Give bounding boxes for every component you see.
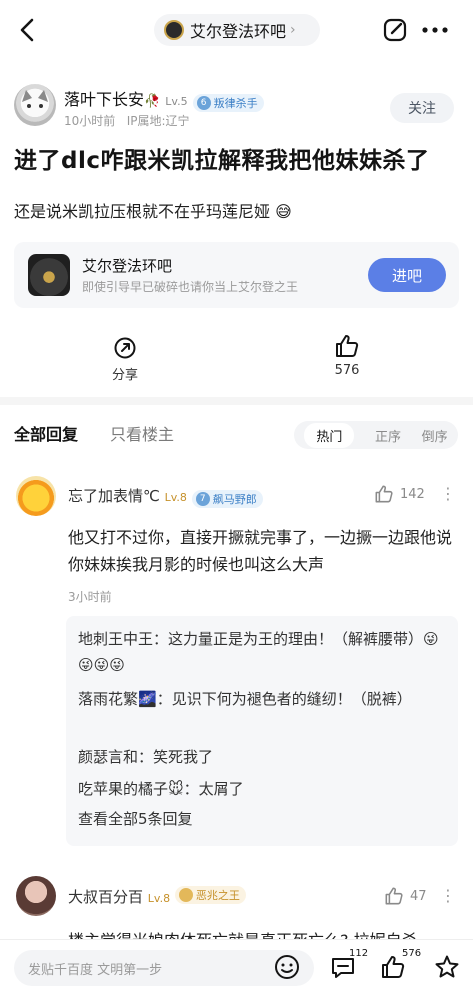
reply-preview-box[interactable]: 地刺王中王：这力量正是为王的理由！（解裤腰带）😜😜😜😜 落雨花繁🌌：见识下何为褪… xyxy=(66,616,458,846)
comment-like-count: 47 xyxy=(410,888,427,904)
post-body-text: 还是说米凯拉压根就不在乎玛莲尼娅 xyxy=(14,202,271,221)
comment-like-button[interactable]: 142 xyxy=(374,484,425,504)
like-count: 576 xyxy=(402,948,422,959)
reply-text: ：太屑了 xyxy=(183,780,244,798)
author-name: 落叶下长安 xyxy=(64,90,145,109)
title-tag: 7 飙马野郎 xyxy=(191,490,263,508)
follow-button[interactable]: 关注 xyxy=(390,93,454,123)
sort-desc[interactable]: 倒序 xyxy=(422,426,448,445)
title-tag-label: 飙马野郎 xyxy=(212,493,257,506)
diamond-icon: 6 xyxy=(196,96,211,110)
view-all-replies-link[interactable]: 查看全部5条回复 xyxy=(78,808,193,829)
forum-logo-icon xyxy=(164,20,184,40)
back-icon[interactable] xyxy=(14,16,42,44)
comment-more-icon[interactable]: ⋮ xyxy=(440,886,456,905)
reply-author[interactable]: 颜瑟言和 xyxy=(78,748,138,766)
commenter-name-row[interactable]: 忘了加表情℃ Lv.8 7 飙马野郎 xyxy=(68,485,263,508)
commenter-name: 忘了加表情℃ xyxy=(68,487,160,505)
thumbs-up-icon xyxy=(375,485,393,503)
sort-hot[interactable]: 热门 xyxy=(304,422,355,448)
level-badge: Lv.8 xyxy=(164,491,187,504)
crown-icon xyxy=(178,888,193,902)
top-nav: 艾尔登法环吧 › xyxy=(0,0,473,62)
chevron-right-icon: › xyxy=(290,22,296,38)
commenter-name: 大叔百分百 xyxy=(68,888,144,906)
ip-location: IP属地:辽宁 xyxy=(126,114,190,128)
star-icon[interactable] xyxy=(434,954,460,980)
title-tag-label: 恶兆之王 xyxy=(195,889,240,902)
post-title: 进了dlc咋跟米凯拉解释我把他妹妹杀了 xyxy=(14,148,430,174)
comment-like-button[interactable]: 47 xyxy=(384,886,427,906)
rose-emoji: 🥀 xyxy=(144,94,161,109)
reply-input[interactable]: 发贴千百度 文明第一步 xyxy=(14,950,314,986)
title-tag: 恶兆之王 xyxy=(174,886,246,904)
reply-item: 颜瑟言和：笑死我了 xyxy=(78,744,213,770)
share-button[interactable]: 分享 xyxy=(95,336,155,383)
bottom-bar: 发贴千百度 文明第一步 112 576 xyxy=(0,940,473,999)
author-avatar[interactable] xyxy=(14,84,56,126)
forum-card[interactable]: 艾尔登法环吧 即使引导早已破碎也请你当上艾尔登之王 进吧 xyxy=(14,242,459,308)
comment-count: 112 xyxy=(349,948,369,959)
reply-author[interactable]: 地刺王中王 xyxy=(78,630,153,648)
sort-switcher: 热门 正序 倒序 xyxy=(294,421,458,449)
thumbs-up-icon xyxy=(385,887,403,905)
forum-pill[interactable]: 艾尔登法环吧 › xyxy=(154,14,320,46)
reply-text: ：笑死我了 xyxy=(138,748,214,766)
diamond-icon: 7 xyxy=(195,492,210,506)
tab-all-replies[interactable]: 全部回复 xyxy=(14,421,78,445)
comment-like-count: 142 xyxy=(400,486,425,502)
reply-item: 吃苹果的橘子🐭：太屑了 xyxy=(78,776,244,802)
commenter-avatar[interactable] xyxy=(16,476,56,516)
forum-card-subtitle: 即使引导早已破碎也请你当上艾尔登之王 xyxy=(82,280,299,294)
level-badge: Lv.5 xyxy=(165,95,188,108)
share-label: 分享 xyxy=(111,368,138,383)
edit-icon[interactable] xyxy=(382,17,408,43)
section-divider xyxy=(0,397,473,405)
author-meta: 10小时前 IP属地:辽宁 xyxy=(64,112,190,129)
comment-more-icon[interactable]: ⋮ xyxy=(440,484,456,503)
comment-text-partial: 楼主觉得米娘肉体死亡就是真正死亡么? 拉妮自杀 xyxy=(68,928,458,940)
like-count: 576 xyxy=(334,363,360,378)
reply-text: ：见识下何为褪色者的缝纫！（脱裤） xyxy=(156,690,412,708)
title-tag-label: 叛律杀手 xyxy=(213,97,258,110)
thumbs-up-icon xyxy=(336,335,359,357)
like-button[interactable]: 576 xyxy=(317,333,377,378)
title-tag: 6 叛律杀手 xyxy=(192,94,264,112)
forum-card-name: 艾尔登法环吧 xyxy=(82,257,173,275)
post-body: 还是说米凯拉压根就不在乎玛莲尼娅 😅 xyxy=(14,198,292,222)
join-forum-button[interactable]: 进吧 xyxy=(368,258,446,292)
more-icon[interactable] xyxy=(420,17,450,43)
commenter-avatar[interactable] xyxy=(16,876,56,916)
tab-op-only[interactable]: 只看楼主 xyxy=(110,421,174,445)
reply-author[interactable]: 吃苹果的橘子🐭 xyxy=(78,780,184,798)
reply-author[interactable]: 落雨花繁🌌 xyxy=(78,690,157,708)
sweat-emoji: 😅 xyxy=(275,202,292,221)
post-time: 10小时前 xyxy=(64,114,116,128)
author-name-row[interactable]: 落叶下长安🥀 Lv.5 6 叛律杀手 xyxy=(64,86,264,112)
level-badge: Lv.8 xyxy=(147,892,171,905)
comment-time: 3小时前 xyxy=(68,590,112,604)
share-icon xyxy=(114,337,136,359)
forum-card-logo-icon xyxy=(28,254,70,296)
sort-asc[interactable]: 正序 xyxy=(375,426,401,445)
commenter-name-row[interactable]: 大叔百分百 Lv.8 恶兆之王 xyxy=(68,886,246,907)
reply-item: 地刺王中王：这力量正是为王的理由！（解裤腰带）😜😜😜😜 xyxy=(78,626,448,678)
forum-name: 艾尔登法环吧 xyxy=(190,22,287,41)
reply-item: 落雨花繁🌌：见识下何为褪色者的缝纫！（脱裤） xyxy=(78,686,448,712)
emoji-icon[interactable] xyxy=(274,954,300,980)
comment-text: 他又打不过你，直接开撅就完事了，一边撅一边跟他说你妹妹挨我月影的时候也叫这么大声 xyxy=(68,528,453,574)
